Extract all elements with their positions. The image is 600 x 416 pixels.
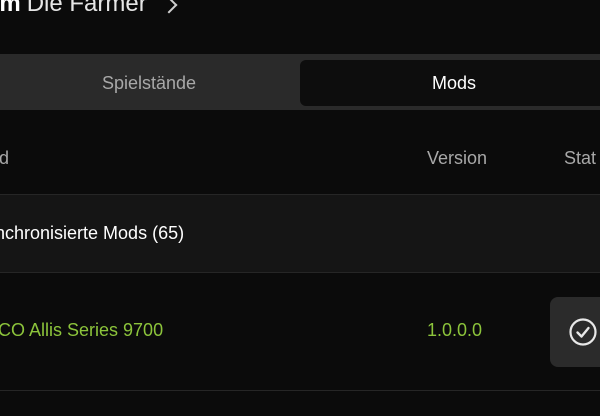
tab-mods[interactable]: Mods (300, 60, 600, 106)
title-name-part: Die Farmer (26, 0, 147, 17)
tab-savegames[interactable]: Spielstände (0, 60, 298, 106)
mod-name: SCO Allis Series 9700 (0, 320, 164, 340)
column-header-version[interactable]: Version (427, 148, 487, 169)
check-circle-icon (569, 318, 597, 346)
tabs-bar: Spielstände Mods (0, 54, 600, 110)
group-row-synchronized-mods[interactable]: ynchronisierte Mods (65) (0, 195, 600, 273)
table-header: od Version Stat (0, 112, 600, 195)
status-button[interactable] (550, 297, 600, 367)
mods-page: am Die Farmer Spielstände Mods od Versio… (0, 0, 600, 416)
page-title[interactable]: am Die Farmer (0, 0, 178, 22)
column-header-status[interactable]: Stat (564, 148, 596, 169)
table-row[interactable]: SCO Allis Series 9700 1.0.0.0 (0, 273, 600, 391)
mod-version: 1.0.0.0 (427, 320, 483, 340)
group-label: ynchronisierte Mods (65) (0, 223, 185, 243)
column-header-mod[interactable]: od (0, 148, 9, 169)
chevron-right-icon[interactable] (160, 0, 178, 14)
table-bottom (0, 391, 600, 416)
title-bold-part: am (0, 0, 21, 17)
